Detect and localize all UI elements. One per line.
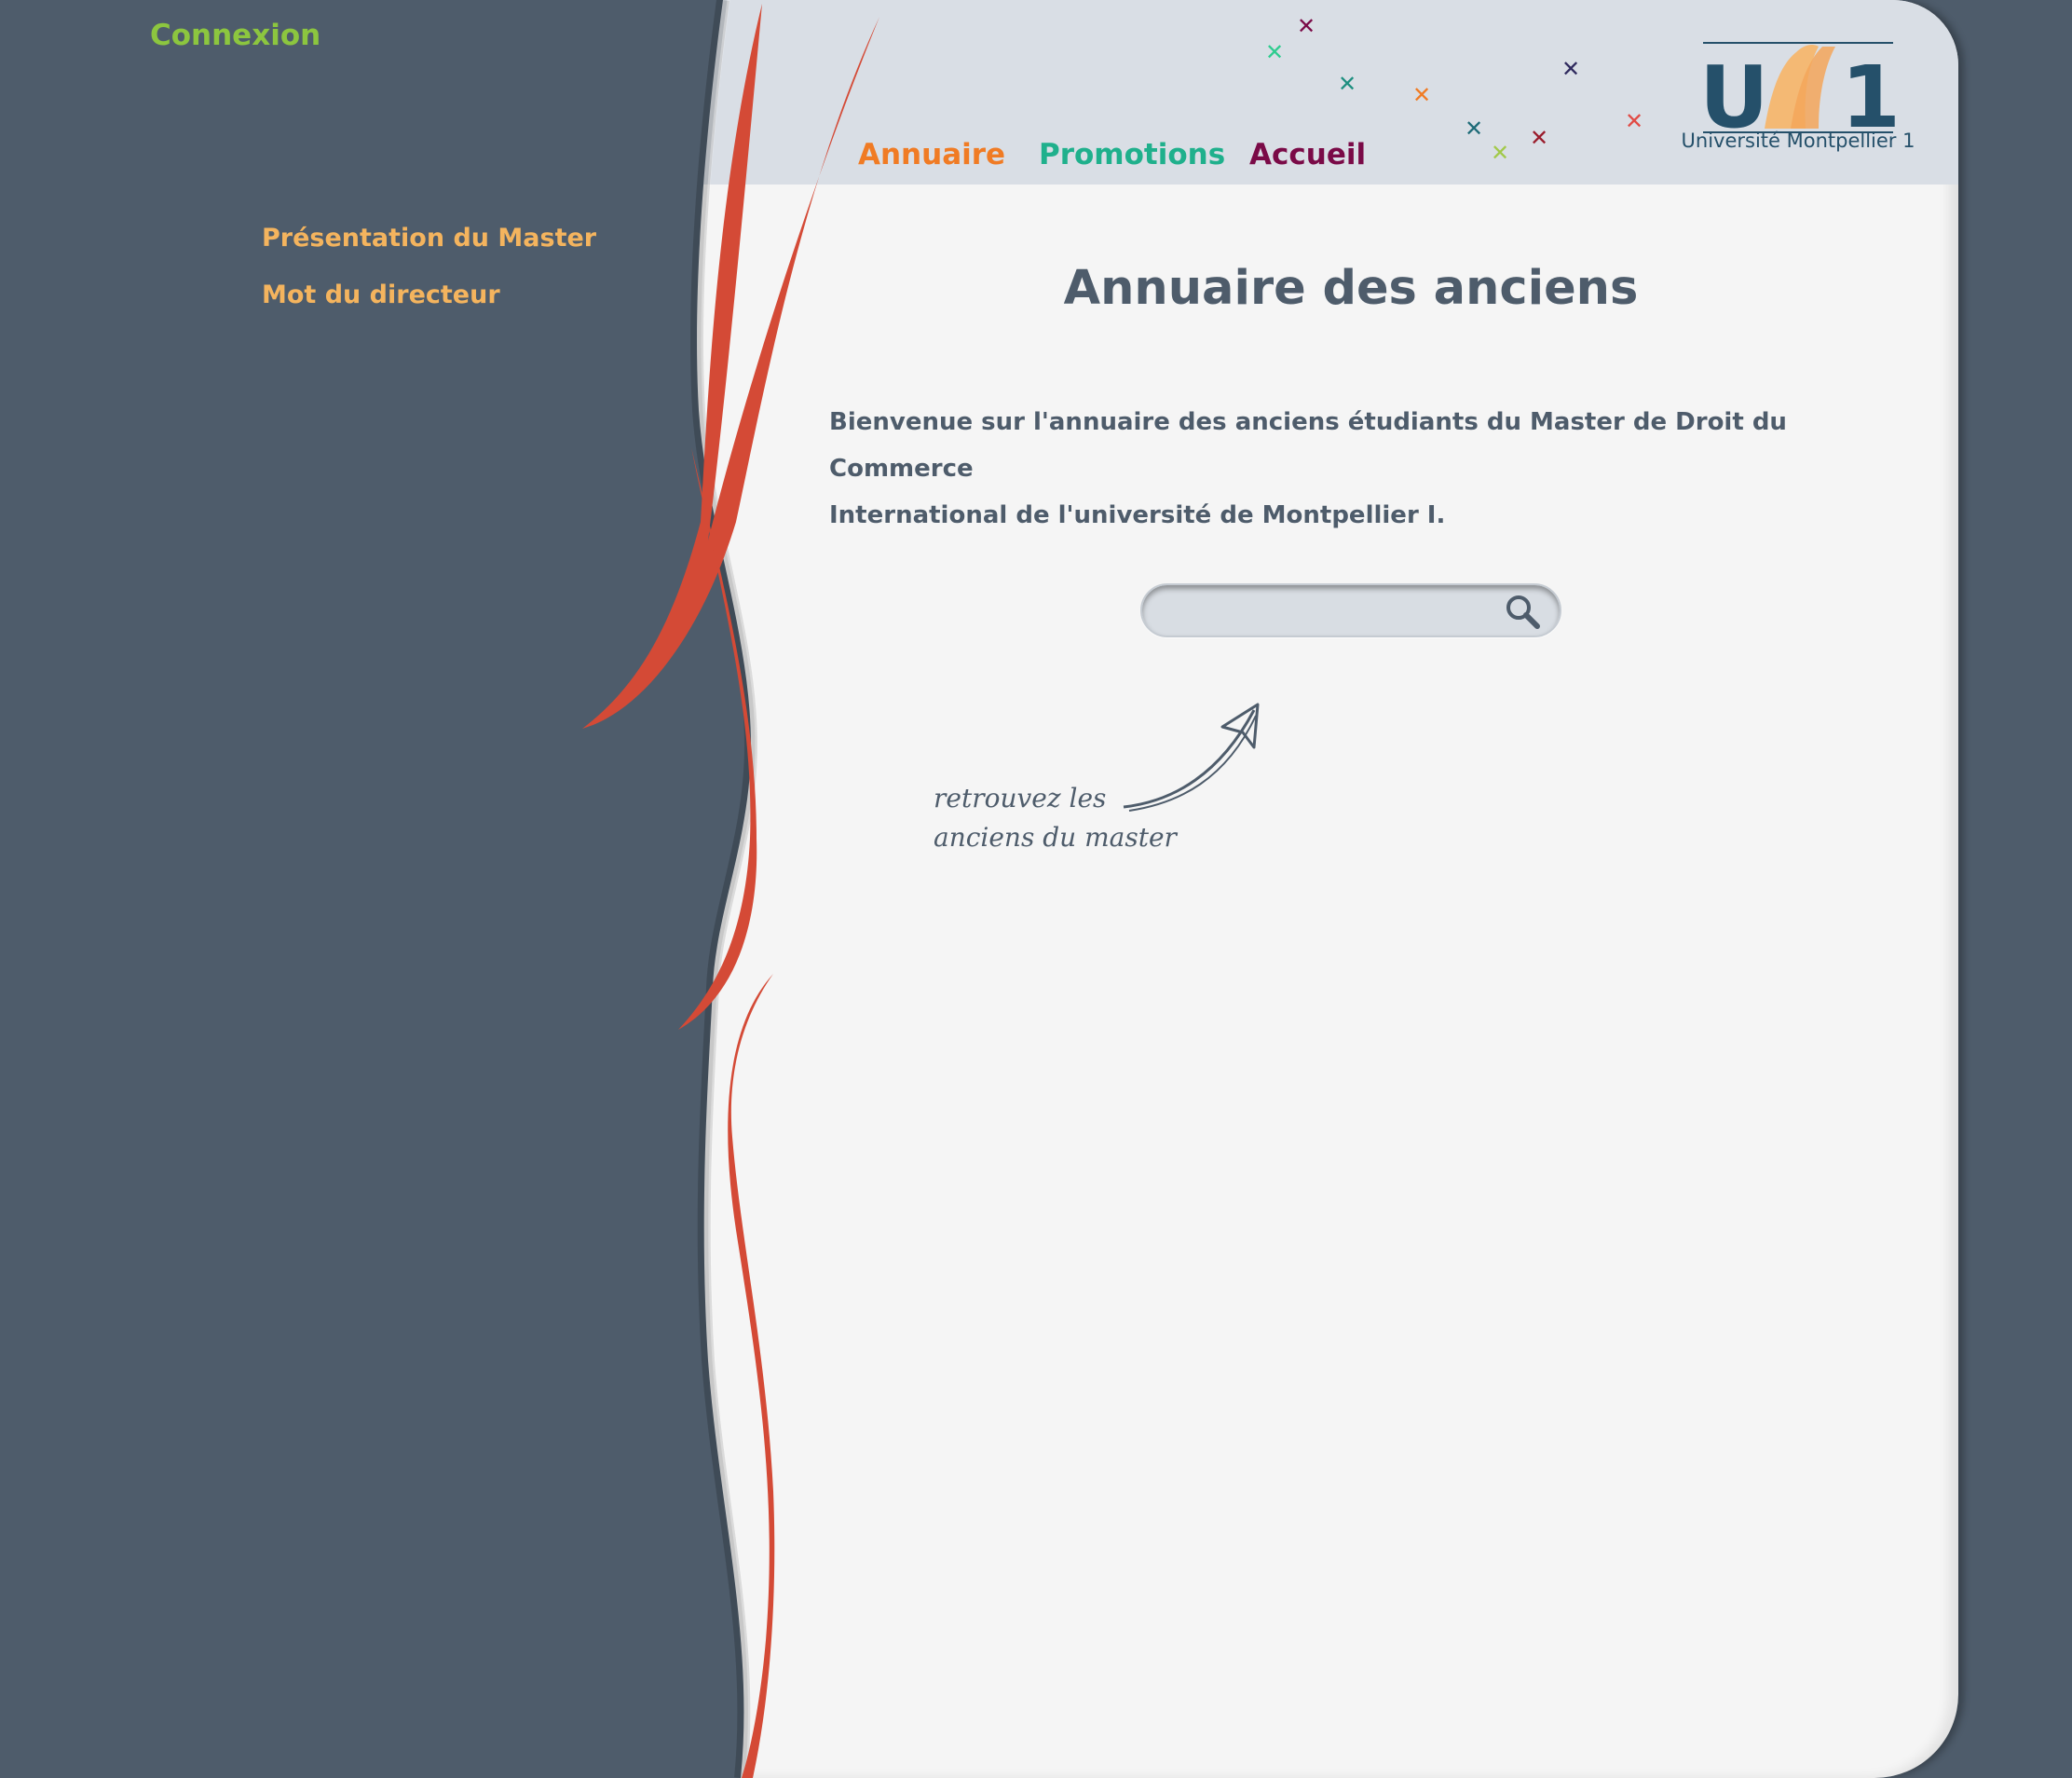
cross-icon: ✕: [1491, 140, 1510, 166]
sidebar-item-presentation[interactable]: Présentation du Master: [262, 224, 596, 253]
cross-icon: ✕: [1297, 13, 1316, 39]
cross-icon: ✕: [1265, 39, 1285, 65]
svg-text:U: U: [1699, 48, 1769, 142]
search-input[interactable]: [1161, 593, 1500, 630]
nav-accueil[interactable]: Accueil: [1249, 138, 1366, 171]
um1-logo-mark: U M 1: [1699, 42, 1895, 142]
nav-annuaire[interactable]: Annuaire: [858, 138, 1005, 171]
search-icon: [1506, 595, 1540, 629]
login-link[interactable]: Connexion: [150, 19, 320, 52]
intro-line-2: International de l'université de Montpel…: [829, 501, 1446, 529]
intro-line-1: Bienvenue sur l'annuaire des anciens étu…: [829, 408, 1787, 483]
sidebar-nav: Présentation du Master Mot du directeur: [262, 224, 596, 337]
page: Connexion Présentation du Master Mot du …: [0, 0, 2072, 1778]
logo-caption: Université Montpellier 1: [1681, 130, 1915, 152]
search-bar: [1140, 583, 1561, 637]
page-title: Annuaire des anciens: [1063, 261, 1639, 316]
intro-text: Bienvenue sur l'annuaire des anciens étu…: [829, 399, 1863, 539]
hint-line-1: retrouvez les: [934, 783, 1107, 814]
sidebar-item-director-message[interactable]: Mot du directeur: [262, 280, 596, 309]
cross-icon: ✕: [1412, 82, 1432, 108]
cross-icon: ✕: [1338, 71, 1357, 97]
hint-text: retrouvez les anciens du master: [934, 779, 1177, 857]
cross-icon: ✕: [1465, 116, 1484, 142]
svg-text:1: 1: [1841, 48, 1895, 142]
cross-icon: ✕: [1561, 56, 1581, 82]
university-logo[interactable]: U M 1 Université Montpellier 1: [1675, 22, 1921, 162]
nav-promotions[interactable]: Promotions: [1039, 138, 1225, 171]
hint-line-2: anciens du master: [934, 822, 1177, 853]
cross-icon: ✕: [1530, 125, 1549, 151]
search-button[interactable]: [1504, 593, 1543, 632]
cross-icon: ✕: [1625, 108, 1644, 134]
